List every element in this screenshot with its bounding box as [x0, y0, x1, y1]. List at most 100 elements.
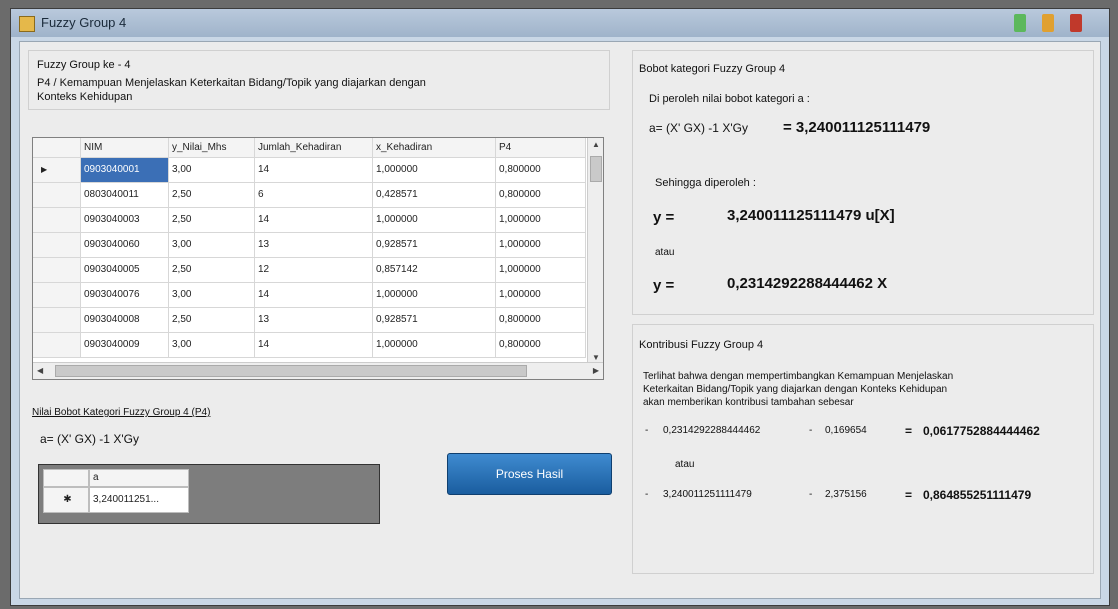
scroll-down-icon[interactable]: ▼ [592, 353, 600, 362]
grid-cell-y-nilai-mhs[interactable]: 3,00 [169, 158, 255, 183]
weight-grid-header[interactable]: a [89, 469, 189, 487]
grid-cell-y-nilai-mhs[interactable]: 2,50 [169, 258, 255, 283]
grid-cell-p4[interactable]: 1,000000 [496, 258, 586, 283]
row-header[interactable]: ▶ [33, 158, 81, 183]
grid-cell-jumlah-kehadiran[interactable]: 13 [255, 233, 373, 258]
weight-grid[interactable]: a ✱ 3,240011251... [38, 464, 380, 524]
bobot-obtained-label: Di peroleh nilai bobot kategori a : [649, 93, 810, 105]
r2-dash: - [645, 489, 649, 500]
row-header[interactable] [33, 258, 81, 283]
horizontal-scrollbar[interactable]: ◀ ▶ [33, 362, 603, 379]
close-button[interactable] [1070, 14, 1082, 32]
row-header[interactable] [33, 208, 81, 233]
hscroll-thumb[interactable] [55, 365, 527, 377]
row-header[interactable] [33, 333, 81, 358]
scroll-thumb[interactable] [590, 156, 602, 182]
column-header-nim[interactable]: NIM [81, 138, 169, 158]
weight-grid-row-header[interactable]: ✱ [43, 487, 89, 513]
process-result-button[interactable]: Proses Hasil [447, 453, 612, 495]
kontribusi-or-label: atau [675, 459, 695, 470]
grid-cell-jumlah-kehadiran[interactable]: 6 [255, 183, 373, 208]
grid-cell-jumlah-kehadiran[interactable]: 14 [255, 158, 373, 183]
grid-cell-nim[interactable]: 0903040076 [81, 283, 169, 308]
grid-cell-jumlah-kehadiran[interactable]: 14 [255, 333, 373, 358]
grid-cell-x-kehadiran[interactable]: 1,000000 [373, 158, 496, 183]
grid-cell-p4[interactable]: 0,800000 [496, 183, 586, 208]
vertical-scrollbar[interactable]: ▲ ▼ [587, 138, 603, 364]
fuzzy-group-panel: Fuzzy Group ke - 4 P4 / Kemampuan Menjel… [28, 50, 610, 110]
data-grid[interactable]: ▲ ▼ ◀ ▶ NIM y_Nilai_Mhs Jumlah_Kehadiran x_… [32, 137, 604, 380]
r2-eq: = [905, 488, 913, 502]
grid-cell-y-nilai-mhs[interactable]: 3,00 [169, 233, 255, 258]
grid-cell-nim[interactable]: 0903040003 [81, 208, 169, 233]
r2-b: 2,375156 [825, 489, 867, 500]
grid-cell-x-kehadiran[interactable]: 0,928571 [373, 233, 496, 258]
left-formula: a= (X' GX) -1 X'Gy [40, 432, 139, 446]
grid-cell-p4[interactable]: 1,000000 [496, 208, 586, 233]
column-header-y-nilai-mhs[interactable]: y_Nilai_Mhs [169, 138, 255, 158]
scroll-right-icon[interactable]: ▶ [593, 366, 599, 375]
grid-cell-nim[interactable]: 0903040060 [81, 233, 169, 258]
grid-corner-header [33, 138, 81, 158]
bobot-formula-value: = 3,240011125111479 [783, 119, 931, 136]
scroll-up-icon[interactable]: ▲ [592, 140, 600, 149]
grid-cell-x-kehadiran[interactable]: 0,428571 [373, 183, 496, 208]
bobot-or-label: atau [655, 247, 675, 258]
row-header[interactable] [33, 283, 81, 308]
r2-result: 0,864855251111479 [923, 488, 1032, 502]
eq2-lhs: y = [653, 277, 675, 294]
eq1-lhs: y = [653, 209, 675, 226]
grid-cell-x-kehadiran[interactable]: 1,000000 [373, 208, 496, 233]
grid-cell-nim[interactable]: 0803040011 [81, 183, 169, 208]
kontribusi-title: Kontribusi Fuzzy Group 4 [639, 339, 764, 351]
app-window: Fuzzy Group 4 Fuzzy Group ke - 4 P4 / Ke… [10, 8, 1110, 606]
grid-cell-x-kehadiran[interactable]: 0,857142 [373, 258, 496, 283]
grid-cell-p4[interactable]: 1,000000 [496, 233, 586, 258]
grid-cell-jumlah-kehadiran[interactable]: 12 [255, 258, 373, 283]
r1-a: 0,2314292288444462 [663, 425, 761, 436]
grid-cell-y-nilai-mhs[interactable]: 2,50 [169, 183, 255, 208]
column-header-p4[interactable]: P4 [496, 138, 586, 158]
grid-cell-x-kehadiran[interactable]: 1,000000 [373, 283, 496, 308]
grid-cell-jumlah-kehadiran[interactable]: 13 [255, 308, 373, 333]
title-bar[interactable]: Fuzzy Group 4 [11, 9, 1109, 37]
grid-cell-y-nilai-mhs[interactable]: 3,00 [169, 283, 255, 308]
row-header[interactable] [33, 308, 81, 333]
group-heading: Fuzzy Group ke - 4 [37, 59, 131, 71]
grid-cell-p4[interactable]: 1,000000 [496, 283, 586, 308]
grid-cell-y-nilai-mhs[interactable]: 3,00 [169, 333, 255, 358]
weights-label: Nilai Bobot Kategori Fuzzy Group 4 (P4) [32, 407, 211, 418]
grid-cell-y-nilai-mhs[interactable]: 2,50 [169, 208, 255, 233]
row-header[interactable] [33, 233, 81, 258]
grid-cell-x-kehadiran[interactable]: 0,928571 [373, 308, 496, 333]
r2-op: - [809, 489, 813, 500]
column-header-jumlah-kehadiran[interactable]: Jumlah_Kehadiran [255, 138, 373, 158]
grid-cell-jumlah-kehadiran[interactable]: 14 [255, 208, 373, 233]
grid-cell-nim[interactable]: 0903040008 [81, 308, 169, 333]
row-header[interactable] [33, 183, 81, 208]
bobot-so-label: Sehingga diperoleh : [655, 177, 756, 189]
scroll-left-icon[interactable]: ◀ [37, 366, 43, 375]
kontribusi-panel: Kontribusi Fuzzy Group 4 Terlihat bahwa … [632, 324, 1094, 574]
group-description-line1: P4 / Kemampuan Menjelaskan Keterkaitan B… [37, 77, 426, 89]
grid-cell-jumlah-kehadiran[interactable]: 14 [255, 283, 373, 308]
grid-cell-p4[interactable]: 0,800000 [496, 333, 586, 358]
kontribusi-text-2: Keterkaitan Bidang/Topik yang diajarkan … [643, 384, 948, 395]
eq2-rhs: 0,2314292288444462 X [727, 275, 888, 292]
r1-dash: - [645, 425, 649, 436]
grid-cell-p4[interactable]: 0,800000 [496, 308, 586, 333]
r1-result: 0,0617752884444462 [923, 424, 1040, 438]
grid-cell-x-kehadiran[interactable]: 1,000000 [373, 333, 496, 358]
kontribusi-text-1: Terlihat bahwa dengan mempertimbangkan K… [643, 371, 954, 382]
grid-cell-nim[interactable]: 0903040005 [81, 258, 169, 283]
weight-grid-value[interactable]: 3,240011251... [89, 487, 189, 513]
group-description-line2: Konteks Kehidupan [37, 91, 133, 103]
grid-cell-nim[interactable]: 0903040001 [81, 158, 169, 183]
grid-cell-nim[interactable]: 0903040009 [81, 333, 169, 358]
maximize-button[interactable] [1042, 14, 1054, 32]
column-header-x-kehadiran[interactable]: x_Kehadiran [373, 138, 496, 158]
grid-cell-p4[interactable]: 0,800000 [496, 158, 586, 183]
grid-cell-y-nilai-mhs[interactable]: 2,50 [169, 308, 255, 333]
app-icon [19, 16, 35, 32]
minimize-button[interactable] [1014, 14, 1026, 32]
